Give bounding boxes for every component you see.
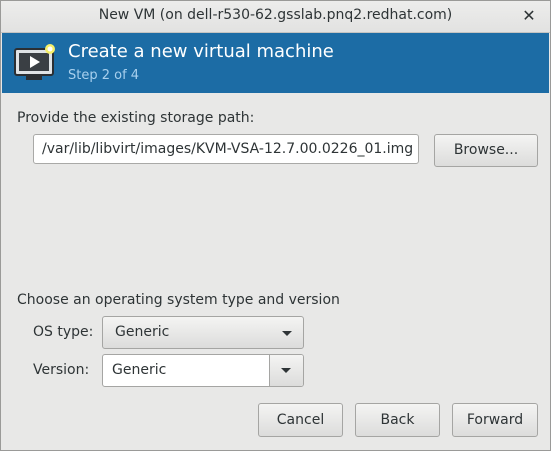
chevron-down-icon xyxy=(282,331,292,336)
forward-button[interactable]: Forward xyxy=(452,403,538,437)
storage-path-label: Provide the existing storage path: xyxy=(17,110,255,126)
browse-button[interactable]: Browse... xyxy=(434,134,538,167)
version-value: Generic xyxy=(112,362,167,378)
cancel-button[interactable]: Cancel xyxy=(258,403,343,437)
close-icon[interactable]: ✕ xyxy=(518,5,540,27)
os-type-value: Generic xyxy=(115,324,170,340)
wizard-banner: Create a new virtual machine Step 2 of 4 xyxy=(2,33,549,93)
storage-path-input[interactable]: /var/lib/libvirt/images/KVM-VSA-12.7.00.… xyxy=(33,134,419,164)
os-type-select[interactable]: Generic xyxy=(102,316,304,349)
step-indicator: Step 2 of 4 xyxy=(68,68,140,83)
title-bar[interactable]: New VM (on dell-r530-62.gsslab.pnq2.redh… xyxy=(1,1,550,33)
vm-monitor-icon xyxy=(14,43,58,83)
version-dropdown-button[interactable] xyxy=(269,355,303,386)
chevron-down-icon xyxy=(281,368,291,373)
storage-path-value: /var/lib/libvirt/images/KVM-VSA-12.7.00.… xyxy=(42,141,414,157)
banner-title: Create a new virtual machine xyxy=(68,41,334,62)
back-button[interactable]: Back xyxy=(355,403,440,437)
new-vm-dialog: New VM (on dell-r530-62.gsslab.pnq2.redh… xyxy=(0,0,551,451)
window-title: New VM (on dell-r530-62.gsslab.pnq2.redh… xyxy=(98,7,453,23)
os-section-label: Choose an operating system type and vers… xyxy=(17,292,340,308)
version-combo[interactable]: Generic xyxy=(102,354,304,387)
version-label: Version: xyxy=(33,362,90,378)
os-type-label: OS type: xyxy=(33,324,94,340)
